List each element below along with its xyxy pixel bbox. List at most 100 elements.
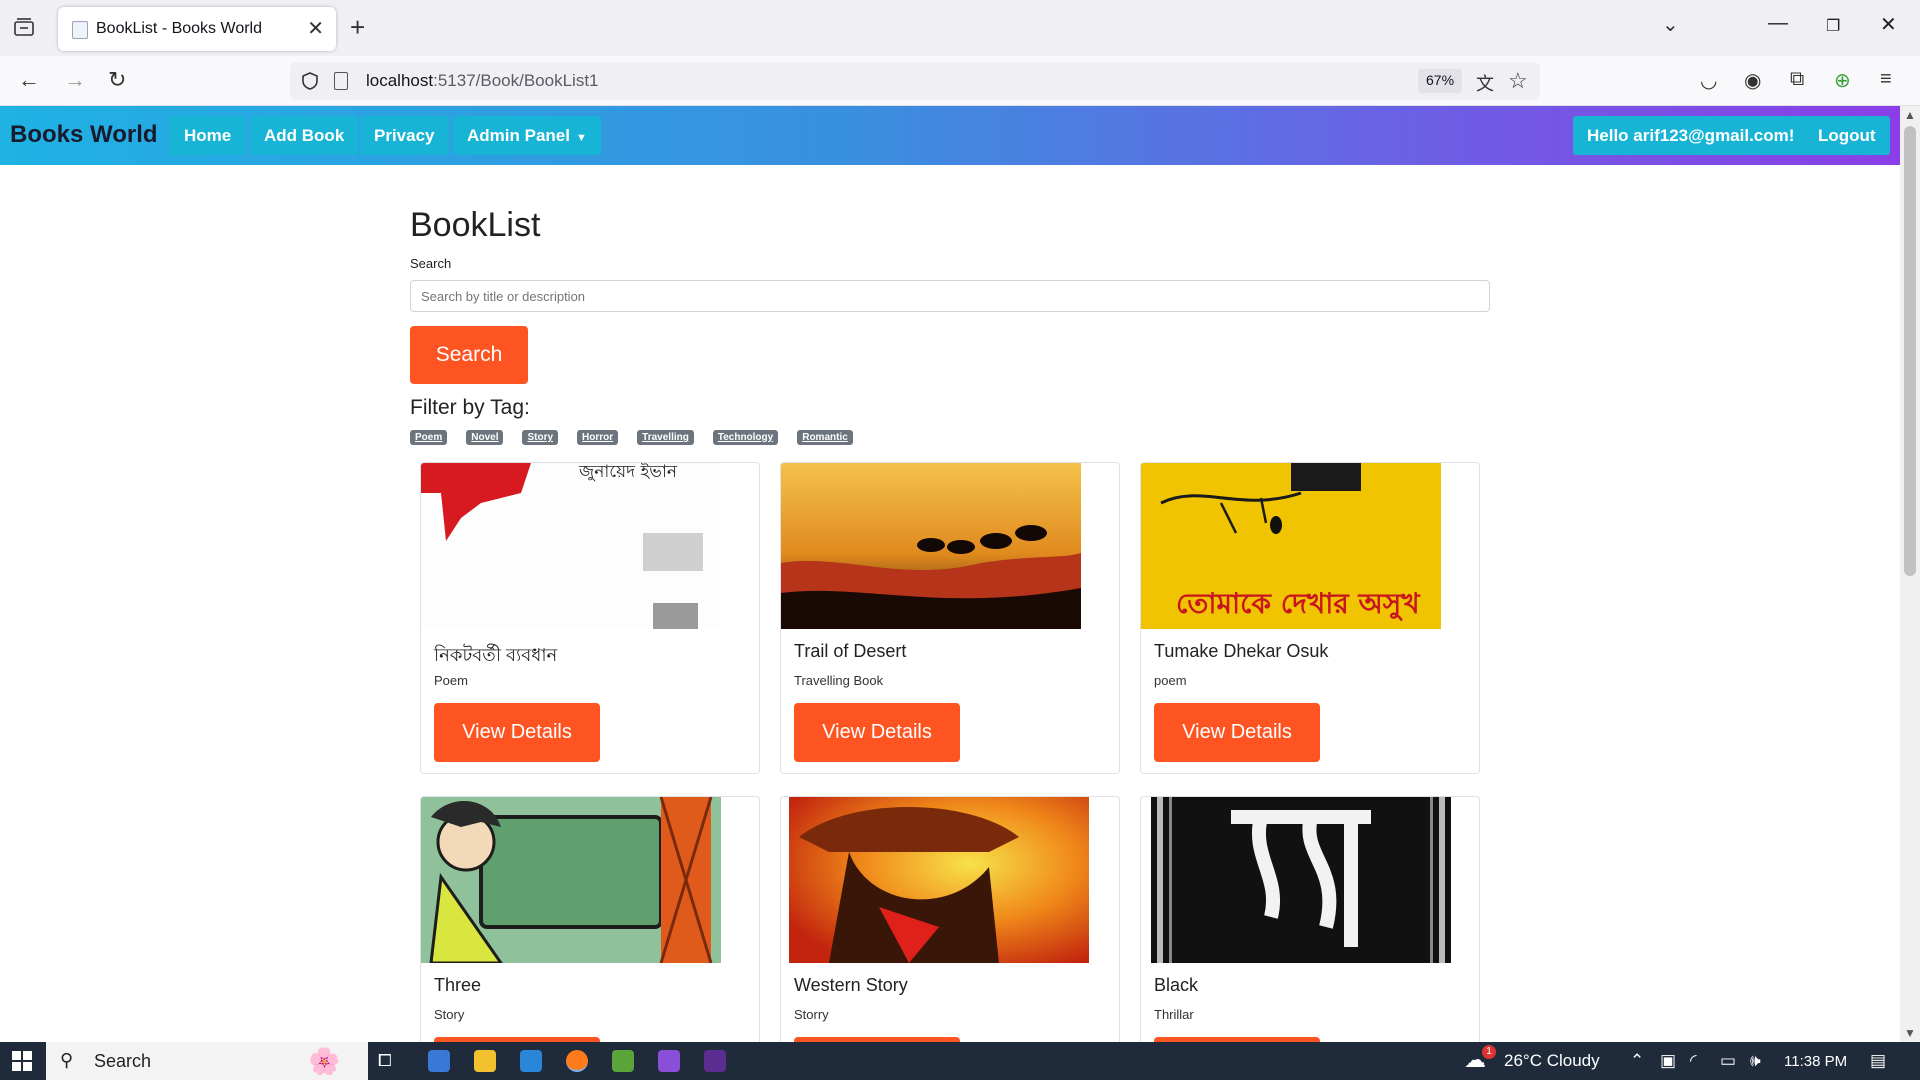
scrollbar-thumb[interactable] <box>1904 126 1916 576</box>
weather-text[interactable]: 26°C Cloudy <box>1504 1051 1600 1071</box>
scroll-up-icon[interactable]: ▲ <box>1904 108 1916 122</box>
new-tab-icon[interactable]: + <box>350 12 365 43</box>
tab-list-icon[interactable] <box>12 16 36 40</box>
book-title: Trail of Desert <box>794 641 907 661</box>
view-details-button[interactable]: View Details <box>1154 703 1320 762</box>
firefox-icon[interactable] <box>566 1050 588 1072</box>
page-title: BookList <box>410 206 541 244</box>
account-icon[interactable]: ◉ <box>1744 68 1761 93</box>
page-icon <box>334 72 348 90</box>
show-hidden-icons-icon[interactable]: ⌃ <box>1630 1051 1644 1071</box>
task-view-icon[interactable]: ⧠ <box>378 1051 392 1071</box>
nav-privacy[interactable]: Privacy <box>360 116 449 155</box>
copilot-icon[interactable] <box>428 1050 450 1072</box>
app-navbar: Books World Home Add Book Privacy Admin … <box>0 106 1900 165</box>
browser-tab[interactable]: BookList - Books World ✕ <box>58 7 336 51</box>
book-tag: poem <box>1154 673 1187 688</box>
browser-toolbar: ← → ↻ localhost:5137/Book/BookList1 67% … <box>0 56 1920 106</box>
view-details-button[interactable]: View Details <box>794 703 960 762</box>
extensions-icon[interactable]: ⧉ <box>1790 68 1804 91</box>
tab-list-chevron-icon[interactable]: ⌄ <box>1662 12 1679 37</box>
search-highlight-icon[interactable]: 🌸 <box>308 1046 340 1077</box>
user-greeting[interactable]: Hello arif123@gmail.com! <box>1573 116 1809 155</box>
taskbar-search-box[interactable]: ⚲ Search 🌸 <box>46 1042 368 1080</box>
book-cover-image <box>421 797 721 963</box>
pocket-icon[interactable]: ◡ <box>1700 68 1717 93</box>
tag-technology[interactable]: Technology <box>712 430 779 445</box>
book-cover-image <box>781 463 1081 629</box>
nav-admin-panel[interactable]: Admin Panel ▼ <box>453 116 601 155</box>
book-card: Trail of Desert Travelling Book View Det… <box>780 462 1120 774</box>
book-tag: Poem <box>434 673 468 688</box>
bookmark-star-icon[interactable]: ☆ <box>1508 68 1528 94</box>
brand-logo[interactable]: Books World <box>10 121 158 149</box>
url-text[interactable]: localhost:5137/Book/BookList1 <box>366 71 599 91</box>
book-tag: Story <box>434 1007 465 1022</box>
forward-icon[interactable]: → <box>64 67 86 93</box>
app-icon[interactable] <box>612 1050 634 1072</box>
scroll-down-icon[interactable]: ▼ <box>1904 1026 1916 1040</box>
search-input[interactable] <box>410 280 1490 312</box>
file-explorer-icon[interactable] <box>474 1050 496 1072</box>
battery-icon[interactable]: ▭ <box>1720 1051 1736 1071</box>
book-cover-image <box>789 797 1089 963</box>
book-title: Western Story <box>794 975 908 995</box>
windows-taskbar: ⚲ Search 🌸 ⧠ ☁ 1 26°C Cloudy ⌃ ▣ ◜ ▭ 🕪 1… <box>0 1042 1920 1080</box>
logout-button[interactable]: Logout <box>1804 116 1890 155</box>
tag-filter-list: Poem Novel Story Horror Travelling Techn… <box>410 430 853 445</box>
cover-text: তোমাকে দেখার অসুখ <box>1176 587 1421 621</box>
book-title: Three <box>434 975 482 995</box>
book-title: Black <box>1154 975 1199 995</box>
reload-icon[interactable]: ↻ <box>108 67 126 93</box>
nav-add-book[interactable]: Add Book <box>250 116 359 155</box>
tab-title: BookList - Books World <box>96 20 262 37</box>
page-favicon-icon <box>72 21 88 39</box>
back-icon[interactable]: ← <box>18 67 40 93</box>
book-tag: Storry <box>794 1007 829 1022</box>
terminal-icon[interactable] <box>704 1050 726 1072</box>
translate-icon[interactable]: 文 <box>1476 70 1494 96</box>
book-title: Tumake Dhekar Osuk <box>1154 641 1329 661</box>
zoom-level[interactable]: 67% <box>1418 69 1463 93</box>
windows-start-icon[interactable] <box>12 1051 32 1071</box>
tag-poem[interactable]: Poem <box>410 430 448 445</box>
restore-icon[interactable]: ❐ <box>1826 16 1840 36</box>
address-bar[interactable]: localhost:5137/Book/BookList1 67% 文 ☆ <box>290 62 1540 100</box>
nav-home[interactable]: Home <box>170 116 246 155</box>
notifications-icon[interactable]: ▤ <box>1870 1051 1886 1071</box>
visual-studio-icon[interactable] <box>658 1050 680 1072</box>
web-page: Books World Home Add Book Privacy Admin … <box>0 106 1900 1042</box>
book-tag: Thrillar <box>1154 1007 1194 1022</box>
book-card: তোমাকে দেখার অসুখ Tumake Dhekar Osuk poe… <box>1140 462 1480 774</box>
book-card: Black Thrillar View Details <box>1140 796 1480 1042</box>
book-card: Western Story Storry View Details <box>780 796 1120 1042</box>
tag-novel[interactable]: Novel <box>466 430 504 445</box>
meet-now-icon[interactable]: ▣ <box>1660 1051 1676 1071</box>
taskbar-search-text: Search <box>94 1051 152 1071</box>
addon-plus-icon[interactable]: ⊕ <box>1834 68 1851 93</box>
mail-icon[interactable] <box>520 1050 542 1072</box>
tab-close-icon[interactable]: ✕ <box>307 16 324 41</box>
minimize-icon[interactable]: — <box>1768 12 1788 35</box>
page-scrollbar[interactable]: ▲ ▼ <box>1900 106 1920 1042</box>
volume-icon[interactable]: 🕪 <box>1750 1051 1761 1071</box>
view-details-button[interactable]: View Details <box>434 703 600 762</box>
book-card: জুনায়েদ ইভান নিকটবর্তী ব্যবধান Poem Vie… <box>420 462 760 774</box>
shield-icon[interactable] <box>300 71 320 91</box>
window-close-icon[interactable]: ✕ <box>1880 12 1897 37</box>
book-cover-image: তোমাকে দেখার অসুখ <box>1141 463 1441 629</box>
tag-travelling[interactable]: Travelling <box>637 430 694 445</box>
wifi-icon[interactable]: ◜ <box>1690 1051 1697 1071</box>
book-cover-image <box>1151 797 1451 963</box>
tag-romantic[interactable]: Romantic <box>797 430 853 445</box>
book-card: Three Story View Details <box>420 796 760 1042</box>
tag-horror[interactable]: Horror <box>577 430 619 445</box>
cover-text: জুনায়েদ ইভান <box>578 463 678 482</box>
caret-down-icon: ▼ <box>575 132 587 144</box>
book-cover-image: জুনায়েদ ইভান <box>421 463 721 629</box>
search-label: Search <box>410 256 452 271</box>
search-button[interactable]: Search <box>410 326 528 384</box>
clock-time[interactable]: 11:38 PM <box>1784 1053 1847 1070</box>
menu-icon[interactable]: ≡ <box>1880 68 1892 91</box>
tag-story[interactable]: Story <box>522 430 559 445</box>
